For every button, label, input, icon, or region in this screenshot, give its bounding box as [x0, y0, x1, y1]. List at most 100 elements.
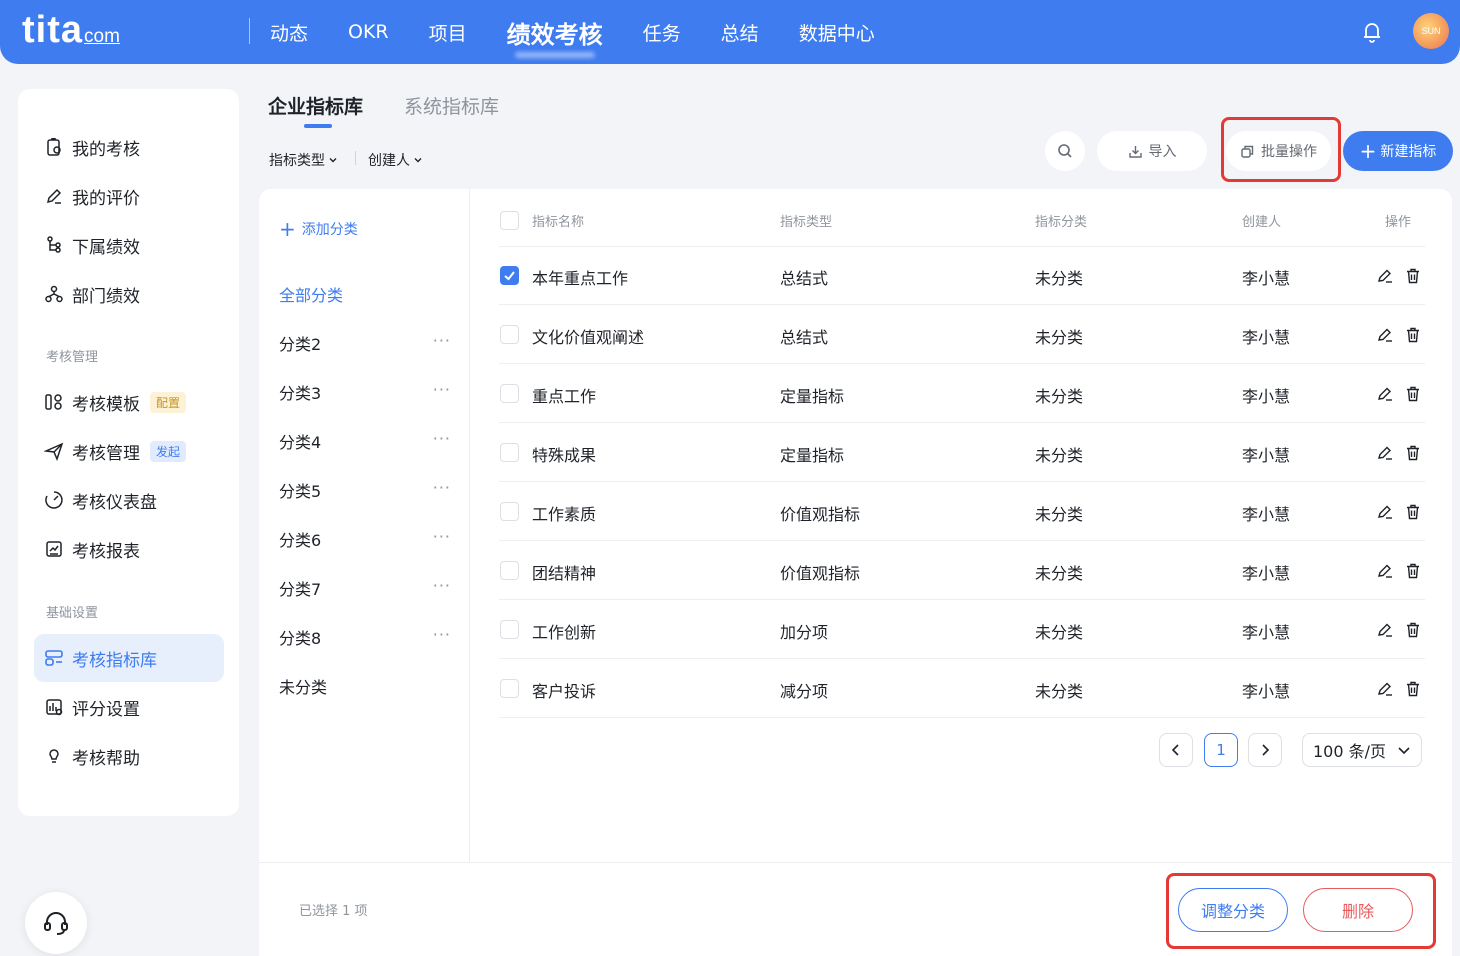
- select-all-checkbox[interactable]: [500, 211, 519, 230]
- filter-divider: [355, 151, 356, 165]
- more-icon[interactable]: ···: [433, 429, 451, 453]
- more-icon[interactable]: ···: [433, 478, 451, 502]
- more-icon[interactable]: ···: [433, 625, 451, 649]
- user-avatar[interactable]: SUN: [1413, 13, 1449, 49]
- nav-performance[interactable]: 绩效考核: [507, 15, 603, 50]
- sidebar-item-score-settings[interactable]: 评分设置: [34, 683, 224, 731]
- nav-summary[interactable]: 总结: [721, 19, 759, 46]
- indicator-name[interactable]: 文化价值观阐述: [532, 324, 644, 348]
- nav-okr[interactable]: OKR: [348, 21, 389, 43]
- indicator-creator: 李小慧: [1242, 564, 1291, 583]
- tab-enterprise-library[interactable]: 企业指标库: [268, 92, 363, 119]
- category-label: 分类5: [279, 482, 322, 501]
- category-unclassified[interactable]: 未分类: [279, 674, 451, 698]
- trash-icon[interactable]: [1404, 621, 1422, 639]
- sidebar-item-label: 我的评价: [72, 188, 140, 209]
- sidebar-item-help[interactable]: 考核帮助: [34, 732, 224, 780]
- indicator-name[interactable]: 特殊成果: [532, 442, 596, 466]
- sidebar-item-review-management[interactable]: 考核管理 发起: [34, 427, 224, 475]
- customer-support-button[interactable]: [25, 892, 87, 954]
- trash-icon[interactable]: [1404, 444, 1422, 462]
- plus-icon: +: [279, 217, 296, 241]
- filter-creator[interactable]: 创建人: [368, 150, 423, 170]
- new-indicator-button[interactable]: + 新建指标: [1343, 131, 1453, 171]
- more-icon[interactable]: ···: [433, 380, 451, 404]
- row-checkbox[interactable]: [500, 679, 519, 698]
- edit-icon[interactable]: [1376, 503, 1394, 521]
- category-item[interactable]: 分类5 ···: [279, 478, 451, 502]
- category-item[interactable]: 分类3 ···: [279, 380, 451, 404]
- page-number[interactable]: 1: [1204, 733, 1238, 767]
- edit-icon[interactable]: [1376, 267, 1394, 285]
- edit-icon[interactable]: [1376, 326, 1394, 344]
- category-item[interactable]: 分类8 ···: [279, 625, 451, 649]
- trash-icon[interactable]: [1404, 267, 1422, 285]
- tab-system-library[interactable]: 系统指标库: [404, 92, 499, 119]
- row-checkbox[interactable]: [500, 561, 519, 580]
- more-icon[interactable]: ···: [433, 331, 451, 355]
- row-checkbox[interactable]: [500, 443, 519, 462]
- sidebar-item-label: 下属绩效: [72, 237, 140, 258]
- indicator-type: 加分项: [780, 623, 829, 642]
- nav-tasks[interactable]: 任务: [643, 19, 681, 46]
- add-category-button[interactable]: + 添加分类: [279, 219, 358, 239]
- sidebar-item-my-review[interactable]: 我的考核: [34, 123, 224, 171]
- more-icon[interactable]: ···: [433, 527, 451, 551]
- indicator-type: 总结式: [780, 328, 829, 347]
- edit-icon[interactable]: [1376, 621, 1394, 639]
- nav-data-center[interactable]: 数据中心: [799, 19, 875, 46]
- sidebar-item-department-performance[interactable]: 部门绩效: [34, 270, 224, 318]
- row-checkbox[interactable]: [500, 266, 519, 285]
- category-all[interactable]: 全部分类: [279, 282, 451, 306]
- filter-indicator-type[interactable]: 指标类型: [269, 150, 338, 170]
- tita-logo[interactable]: titacom: [22, 10, 120, 57]
- row-checkbox[interactable]: [500, 620, 519, 639]
- indicator-name[interactable]: 本年重点工作: [532, 265, 628, 289]
- category-label: 全部分类: [279, 286, 344, 305]
- trash-icon[interactable]: [1404, 326, 1422, 344]
- category-item[interactable]: 分类7 ···: [279, 576, 451, 600]
- trash-icon[interactable]: [1404, 385, 1422, 403]
- row-checkbox[interactable]: [500, 384, 519, 403]
- indicator-name[interactable]: 客户投诉: [532, 678, 596, 702]
- sidebar-item-indicator-library[interactable]: 考核指标库: [34, 634, 224, 682]
- page-size-select[interactable]: 100 条/页: [1302, 733, 1422, 767]
- category-item[interactable]: 分类2 ···: [279, 331, 451, 355]
- sidebar-item-my-evaluation[interactable]: 我的评价: [34, 172, 224, 220]
- sidebar-item-reports[interactable]: 考核报表: [34, 525, 224, 573]
- indicator-category: 未分类: [1035, 505, 1084, 524]
- sidebar-item-dashboard[interactable]: 考核仪表盘: [34, 476, 224, 524]
- sidebar-item-label: 部门绩效: [72, 286, 140, 307]
- category-item[interactable]: 分类6 ···: [279, 527, 451, 551]
- bell-icon[interactable]: [1362, 21, 1382, 43]
- indicator-name[interactable]: 团结精神: [532, 560, 596, 584]
- import-button[interactable]: 导入: [1097, 131, 1207, 171]
- nav-projects[interactable]: 项目: [429, 19, 467, 46]
- next-page-button[interactable]: [1248, 733, 1282, 767]
- sidebar-item-label: 考核报表: [72, 541, 140, 562]
- edit-icon[interactable]: [1376, 680, 1394, 698]
- checkmark-icon: [504, 271, 515, 281]
- search-button[interactable]: [1045, 131, 1085, 171]
- indicator-name[interactable]: 重点工作: [532, 383, 596, 407]
- sidebar-item-subordinate-performance[interactable]: 下属绩效: [34, 221, 224, 269]
- trash-icon[interactable]: [1404, 503, 1422, 521]
- category-item[interactable]: 分类4 ···: [279, 429, 451, 453]
- indicator-name[interactable]: 工作创新: [532, 619, 596, 643]
- send-icon: [44, 442, 64, 461]
- filter-label: 指标类型: [269, 153, 325, 169]
- trash-icon[interactable]: [1404, 680, 1422, 698]
- nav-dynamics[interactable]: 动态: [270, 19, 308, 46]
- edit-icon[interactable]: [1376, 385, 1394, 403]
- sidebar-item-label: 考核仪表盘: [72, 492, 157, 513]
- sidebar-item-templates[interactable]: 考核模板 配置: [34, 378, 224, 426]
- indicator-type: 定量指标: [780, 446, 845, 465]
- trash-icon[interactable]: [1404, 562, 1422, 580]
- indicator-name[interactable]: 工作素质: [532, 501, 596, 525]
- edit-icon[interactable]: [1376, 562, 1394, 580]
- row-checkbox[interactable]: [500, 502, 519, 521]
- prev-page-button[interactable]: [1159, 733, 1193, 767]
- row-checkbox[interactable]: [500, 325, 519, 344]
- more-icon[interactable]: ···: [433, 576, 451, 600]
- edit-icon[interactable]: [1376, 444, 1394, 462]
